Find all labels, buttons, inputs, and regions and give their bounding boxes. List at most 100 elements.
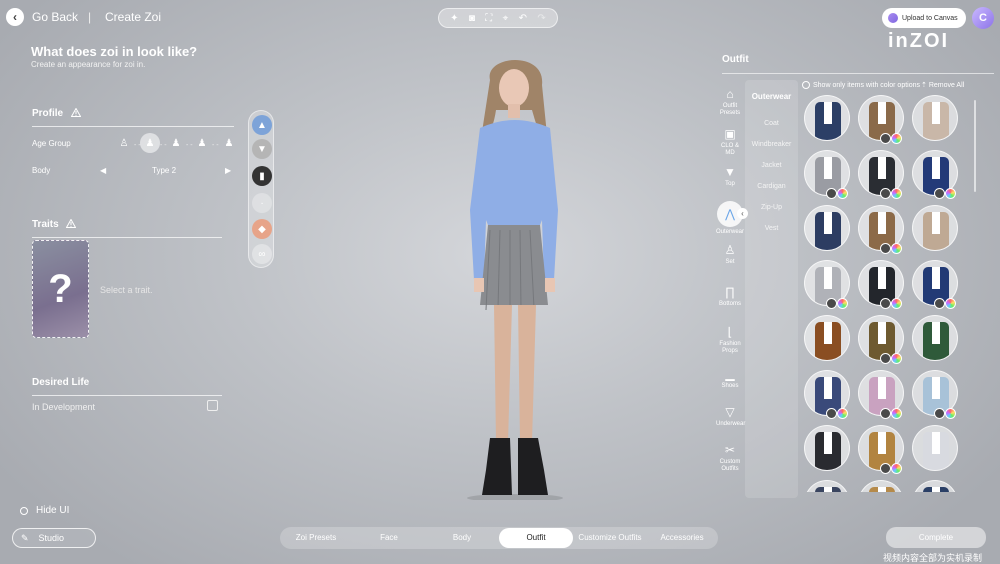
subcategory-vest[interactable]: Vest bbox=[745, 225, 798, 232]
outerwear-thumb-icon[interactable]: ∙ bbox=[252, 193, 272, 213]
tab-customize-outfits[interactable]: Customize Outfits bbox=[574, 527, 646, 549]
color-options-icon bbox=[837, 408, 848, 419]
tab-outfit[interactable]: Outfit bbox=[499, 528, 573, 548]
tab-accessories[interactable]: Accessories bbox=[646, 527, 718, 549]
age-elder-icon[interactable]: ♟ bbox=[220, 134, 238, 152]
lock-icon bbox=[880, 243, 891, 254]
age-teen-icon[interactable]: ♟ bbox=[167, 134, 185, 152]
age-child-icon[interactable]: ♟ bbox=[140, 133, 160, 153]
radio-icon[interactable] bbox=[802, 81, 810, 89]
outfit-item[interactable] bbox=[804, 95, 850, 141]
category-outfit-presets[interactable]: ⌂ Outfit Presets bbox=[716, 88, 744, 117]
lock-icon bbox=[826, 298, 837, 309]
lock-icon bbox=[880, 298, 891, 309]
outfit-item[interactable] bbox=[804, 315, 850, 361]
scissors-icon: ✂ bbox=[724, 443, 736, 457]
tshirt-icon: ▼ bbox=[724, 165, 736, 179]
body-label: Body bbox=[32, 166, 51, 175]
sparkle-icon[interactable]: ✦ bbox=[450, 13, 458, 24]
trait-slot[interactable]: ? bbox=[32, 240, 89, 338]
lock-icon bbox=[880, 188, 891, 199]
outfit-item[interactable] bbox=[858, 480, 904, 492]
radio-icon[interactable] bbox=[20, 506, 28, 515]
tab-face[interactable]: Face bbox=[352, 527, 426, 549]
subcategory-coat[interactable]: Coat bbox=[745, 120, 798, 127]
user-avatar[interactable]: C bbox=[972, 7, 994, 29]
subcategory-zip-up[interactable]: Zip-Up bbox=[745, 204, 798, 211]
category-fashion-props[interactable]: ⌊ Fashion Props bbox=[716, 326, 744, 355]
category-top[interactable]: ▼ Top bbox=[716, 166, 744, 188]
shirt-icon bbox=[878, 157, 886, 179]
subcategory-windbreaker[interactable]: Windbreaker bbox=[745, 141, 798, 148]
complete-button[interactable]: Complete bbox=[886, 527, 986, 548]
brush-icon: ✎ bbox=[21, 532, 29, 543]
select-trait-text: Select a trait. bbox=[100, 285, 153, 295]
remove-all-button[interactable]: ⇡ Remove All bbox=[921, 81, 964, 89]
focus-icon[interactable]: ⌖ bbox=[503, 13, 509, 24]
shirt-icon bbox=[878, 267, 886, 289]
shirt-icon bbox=[932, 322, 940, 344]
tab-body[interactable]: Body bbox=[426, 527, 498, 549]
edit-icon[interactable] bbox=[207, 400, 218, 411]
body-type-value: Type 2 bbox=[152, 166, 177, 175]
category-underwear[interactable]: ▽ Underwear bbox=[716, 406, 745, 428]
color-options-icon bbox=[891, 133, 902, 144]
shirt-icon bbox=[932, 267, 940, 289]
glasses-thumb-icon[interactable]: ∞ bbox=[252, 244, 272, 264]
category-shoes[interactable]: ▁ Shoes bbox=[716, 368, 744, 390]
frame-icon[interactable]: ⛶ bbox=[485, 13, 492, 24]
tab-zoi-presets[interactable]: Zoi Presets bbox=[280, 527, 352, 549]
age-infant-icon[interactable]: ♙ bbox=[115, 134, 133, 152]
upload-to-canvas-button[interactable]: Upload to Canvas bbox=[882, 8, 966, 28]
age-adult-icon[interactable]: ♟ bbox=[193, 134, 211, 152]
outfit-item[interactable] bbox=[804, 425, 850, 471]
outfit-item[interactable] bbox=[912, 95, 958, 141]
outfit-item[interactable] bbox=[912, 205, 958, 251]
lock-icon bbox=[934, 408, 945, 419]
grid-scrollbar[interactable] bbox=[974, 100, 976, 192]
redo-icon[interactable]: ↷ bbox=[537, 13, 545, 24]
category-clo-md[interactable]: ▣ CLO & MD bbox=[716, 128, 744, 157]
body-next-arrow-icon[interactable]: ▶ bbox=[225, 166, 231, 175]
shirt-icon bbox=[824, 102, 832, 124]
camera-icon[interactable]: ◙ bbox=[469, 13, 475, 24]
color-options-filter[interactable]: Show only items with color options bbox=[802, 81, 920, 89]
subcategory-jacket[interactable]: Jacket bbox=[745, 162, 798, 169]
header-separator: | bbox=[88, 10, 92, 24]
body-prev-arrow-icon[interactable]: ◀ bbox=[100, 166, 106, 175]
color-options-icon bbox=[837, 298, 848, 309]
color-options-icon bbox=[891, 463, 902, 474]
undo-icon[interactable]: ↶ bbox=[519, 13, 527, 24]
traits-heading: Traits bbox=[32, 219, 77, 230]
outfit-item[interactable] bbox=[804, 480, 850, 492]
outfit-item[interactable] bbox=[912, 425, 958, 471]
category-custom-outfits[interactable]: ✂ Custom Outfits bbox=[716, 444, 744, 473]
appearance-subtitle: Create an appearance for zoi in. bbox=[31, 60, 146, 69]
shoes-thumb-icon[interactable]: ▮ bbox=[252, 166, 272, 186]
color-options-icon bbox=[837, 188, 848, 199]
outfit-title: Outfit bbox=[722, 54, 749, 65]
shoe-icon: ▁ bbox=[725, 367, 735, 381]
top-thumb-icon[interactable]: ▲ bbox=[252, 115, 272, 135]
back-button[interactable]: ‹ bbox=[6, 8, 24, 26]
view-toolbar: ✦ ◙ ⛶ ⌖ ↶ ↷ bbox=[438, 8, 558, 28]
category-set[interactable]: ♙ Set bbox=[716, 244, 744, 266]
color-options-icon bbox=[945, 188, 956, 199]
bottom-thumb-icon[interactable]: ▼ bbox=[252, 139, 272, 159]
outfit-item[interactable] bbox=[912, 315, 958, 361]
shirt-icon bbox=[932, 212, 940, 234]
subcategory-cardigan[interactable]: Cardigan bbox=[745, 183, 798, 190]
outfit-item[interactable] bbox=[804, 205, 850, 251]
hide-ui-toggle[interactable]: Hide UI bbox=[20, 505, 69, 516]
upload-label: Upload to Canvas bbox=[902, 14, 958, 22]
accessory-thumb-icon[interactable]: ◆ bbox=[252, 219, 272, 239]
lock-icon bbox=[880, 463, 891, 474]
color-options-icon bbox=[891, 243, 902, 254]
outfit-item[interactable] bbox=[912, 480, 958, 492]
outerwear-item-grid bbox=[804, 95, 964, 492]
category-bottoms[interactable]: ∏ Bottoms bbox=[716, 286, 744, 308]
shirt-icon bbox=[932, 102, 940, 124]
studio-button[interactable]: ✎ Studio bbox=[12, 528, 96, 548]
go-back-link[interactable]: Go Back bbox=[32, 10, 78, 24]
color-options-icon bbox=[891, 408, 902, 419]
